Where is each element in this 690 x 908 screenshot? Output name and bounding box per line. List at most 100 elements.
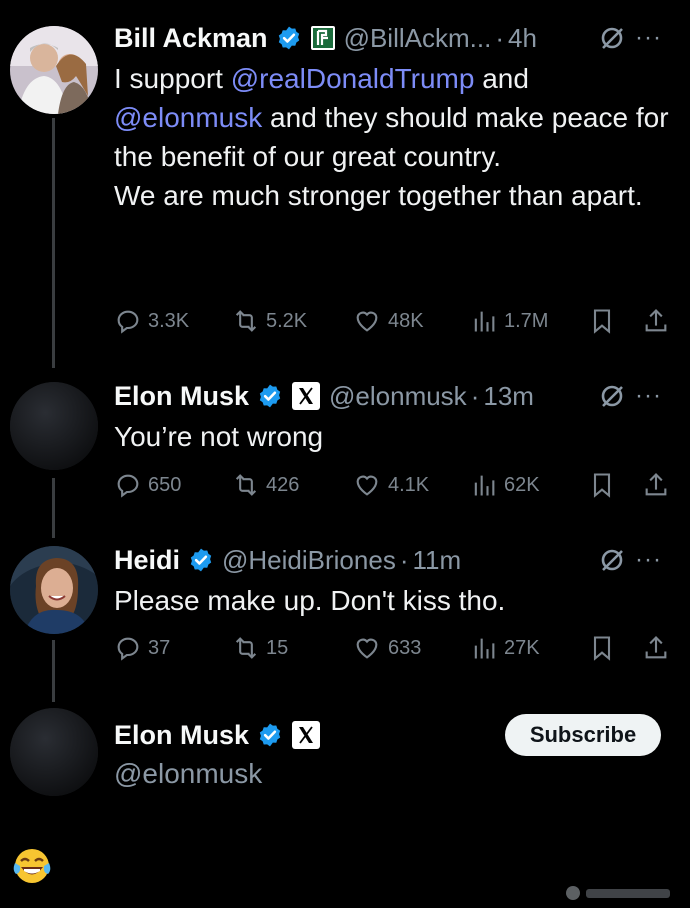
tweet-text: You’re not wrong xyxy=(114,421,324,452)
avatar-photo xyxy=(10,382,98,470)
views-button[interactable]: 27K xyxy=(470,631,540,665)
like-icon xyxy=(356,311,378,332)
timestamp[interactable]: 11m xyxy=(413,545,462,576)
more-icon[interactable]: ··· xyxy=(635,24,662,52)
avatar[interactable] xyxy=(10,708,98,796)
share-icon xyxy=(645,309,667,332)
x-logo-icon[interactable] xyxy=(291,720,321,750)
avatar-photo xyxy=(10,26,98,114)
share-button[interactable] xyxy=(642,304,676,338)
text-segment: I support xyxy=(114,63,231,94)
views-count: 1.7M xyxy=(504,309,549,332)
repost-button[interactable]: 5.2K xyxy=(232,304,307,338)
profile-handle[interactable]: @elonmusk xyxy=(114,754,670,793)
reply-count: 37 xyxy=(148,636,171,659)
bookmark-button[interactable] xyxy=(588,304,622,338)
reply-icon xyxy=(117,637,139,661)
reply-count: 650 xyxy=(148,473,182,496)
avatar[interactable] xyxy=(10,546,98,634)
separator-dot: · xyxy=(470,380,480,411)
display-name[interactable]: Elon Musk xyxy=(114,720,249,751)
grok-icon[interactable] xyxy=(598,382,626,417)
repost-count: 5.2K xyxy=(266,309,308,332)
views-button[interactable]: 1.7M xyxy=(470,304,548,338)
views-button[interactable]: 62K xyxy=(470,468,540,502)
separator-dot: · xyxy=(399,544,409,575)
verified-badge-icon[interactable] xyxy=(257,383,283,409)
timestamp[interactable]: 13m xyxy=(483,381,534,412)
reply-icon xyxy=(117,310,139,334)
reply-button[interactable]: 650 xyxy=(114,468,181,502)
repost-button[interactable]: 426 xyxy=(232,468,299,502)
repost-icon xyxy=(235,310,257,332)
more-icon[interactable]: ··· xyxy=(635,546,662,574)
grok-icon[interactable] xyxy=(598,546,626,581)
subscribe-button[interactable]: Subscribe xyxy=(505,714,661,756)
text-segment: and xyxy=(474,63,529,94)
views-icon xyxy=(474,475,495,496)
profile-card[interactable]: Elon Musk @elonmusk Subscribe xyxy=(0,700,690,810)
grok-icon[interactable] xyxy=(598,24,626,59)
tweet-text: Please make up. Don't kiss tho. xyxy=(114,585,506,616)
bookmark-icon xyxy=(593,636,611,661)
timestamp[interactable]: 4h xyxy=(508,23,537,54)
repost-count: 426 xyxy=(266,473,300,496)
avatar[interactable] xyxy=(10,382,98,470)
like-button[interactable]: 48K xyxy=(352,304,424,338)
reply-icon xyxy=(117,474,139,498)
mention-link[interactable]: @elonmusk xyxy=(114,102,262,133)
tweet-bill-ackman[interactable]: Bill Ackman @BillAckm... · 4h ··· I supp… xyxy=(0,0,690,360)
avatar[interactable] xyxy=(10,26,98,114)
reply-count: 3.3K xyxy=(148,309,190,332)
like-count: 48K xyxy=(388,309,424,332)
reply-button[interactable]: 37 xyxy=(114,631,170,665)
views-count: 62K xyxy=(504,473,540,496)
handle[interactable]: @HeidiBriones xyxy=(222,545,396,576)
views-icon xyxy=(474,638,495,659)
laughing-crying-emoji xyxy=(12,846,52,886)
share-icon xyxy=(645,636,667,659)
display-name[interactable]: Heidi xyxy=(114,545,180,576)
like-count: 633 xyxy=(388,636,422,659)
handle[interactable]: @BillAckm... xyxy=(344,23,492,54)
display-name[interactable]: Elon Musk xyxy=(114,381,249,412)
bookmark-button[interactable] xyxy=(588,468,622,502)
like-icon xyxy=(356,475,378,496)
verified-badge-icon[interactable] xyxy=(257,722,283,748)
bookmark-button[interactable] xyxy=(588,631,622,665)
share-button[interactable] xyxy=(642,468,676,502)
avatar-photo xyxy=(10,708,98,796)
verified-badge-icon[interactable] xyxy=(188,547,214,573)
repost-icon xyxy=(235,637,257,659)
tweet-header: Elon Musk @elonmusk · 13m ··· xyxy=(114,378,676,414)
display-name[interactable]: Bill Ackman xyxy=(114,23,268,54)
reply-button[interactable]: 3.3K xyxy=(114,304,189,338)
tweet-actions: 650 426 4.1K 62K xyxy=(114,468,674,502)
repost-button[interactable]: 15 xyxy=(232,631,288,665)
tweet-elon-musk[interactable]: Elon Musk @elonmusk · 13m ··· You’re not… xyxy=(0,370,690,515)
repost-icon xyxy=(235,474,257,496)
tweet-header: Bill Ackman @BillAckm... · 4h ··· xyxy=(114,20,676,56)
tweet-header: Heidi @HeidiBriones · 11m ··· xyxy=(114,542,676,578)
verified-badge-icon[interactable] xyxy=(276,25,302,51)
tweet-actions: 37 15 633 27K xyxy=(114,631,674,665)
like-button[interactable]: 4.1K xyxy=(352,468,429,502)
tweet-text: I support @realDonaldTrump and @elonmusk… xyxy=(114,59,670,215)
more-icon[interactable]: ··· xyxy=(635,382,662,410)
bookmark-icon xyxy=(593,473,611,498)
text-paragraph: We are much stronger together than apart… xyxy=(114,180,643,211)
like-icon xyxy=(356,638,378,659)
mention-link[interactable]: @realDonaldTrump xyxy=(231,63,475,94)
like-button[interactable]: 633 xyxy=(352,631,421,665)
watermark xyxy=(566,886,670,900)
views-icon xyxy=(474,311,495,332)
tweet-actions: 3.3K 5.2K 48K 1.7M xyxy=(114,304,674,338)
separator-dot: · xyxy=(495,22,504,53)
handle[interactable]: @elonmusk xyxy=(329,381,467,412)
like-count: 4.1K xyxy=(388,473,430,496)
tweet-heidi[interactable]: Heidi @HeidiBriones · 11m ··· Please mak… xyxy=(0,534,690,679)
repost-count: 15 xyxy=(266,636,289,659)
share-button[interactable] xyxy=(642,631,676,665)
affiliate-badge-icon[interactable] xyxy=(310,25,336,51)
x-logo-icon[interactable] xyxy=(291,381,321,411)
